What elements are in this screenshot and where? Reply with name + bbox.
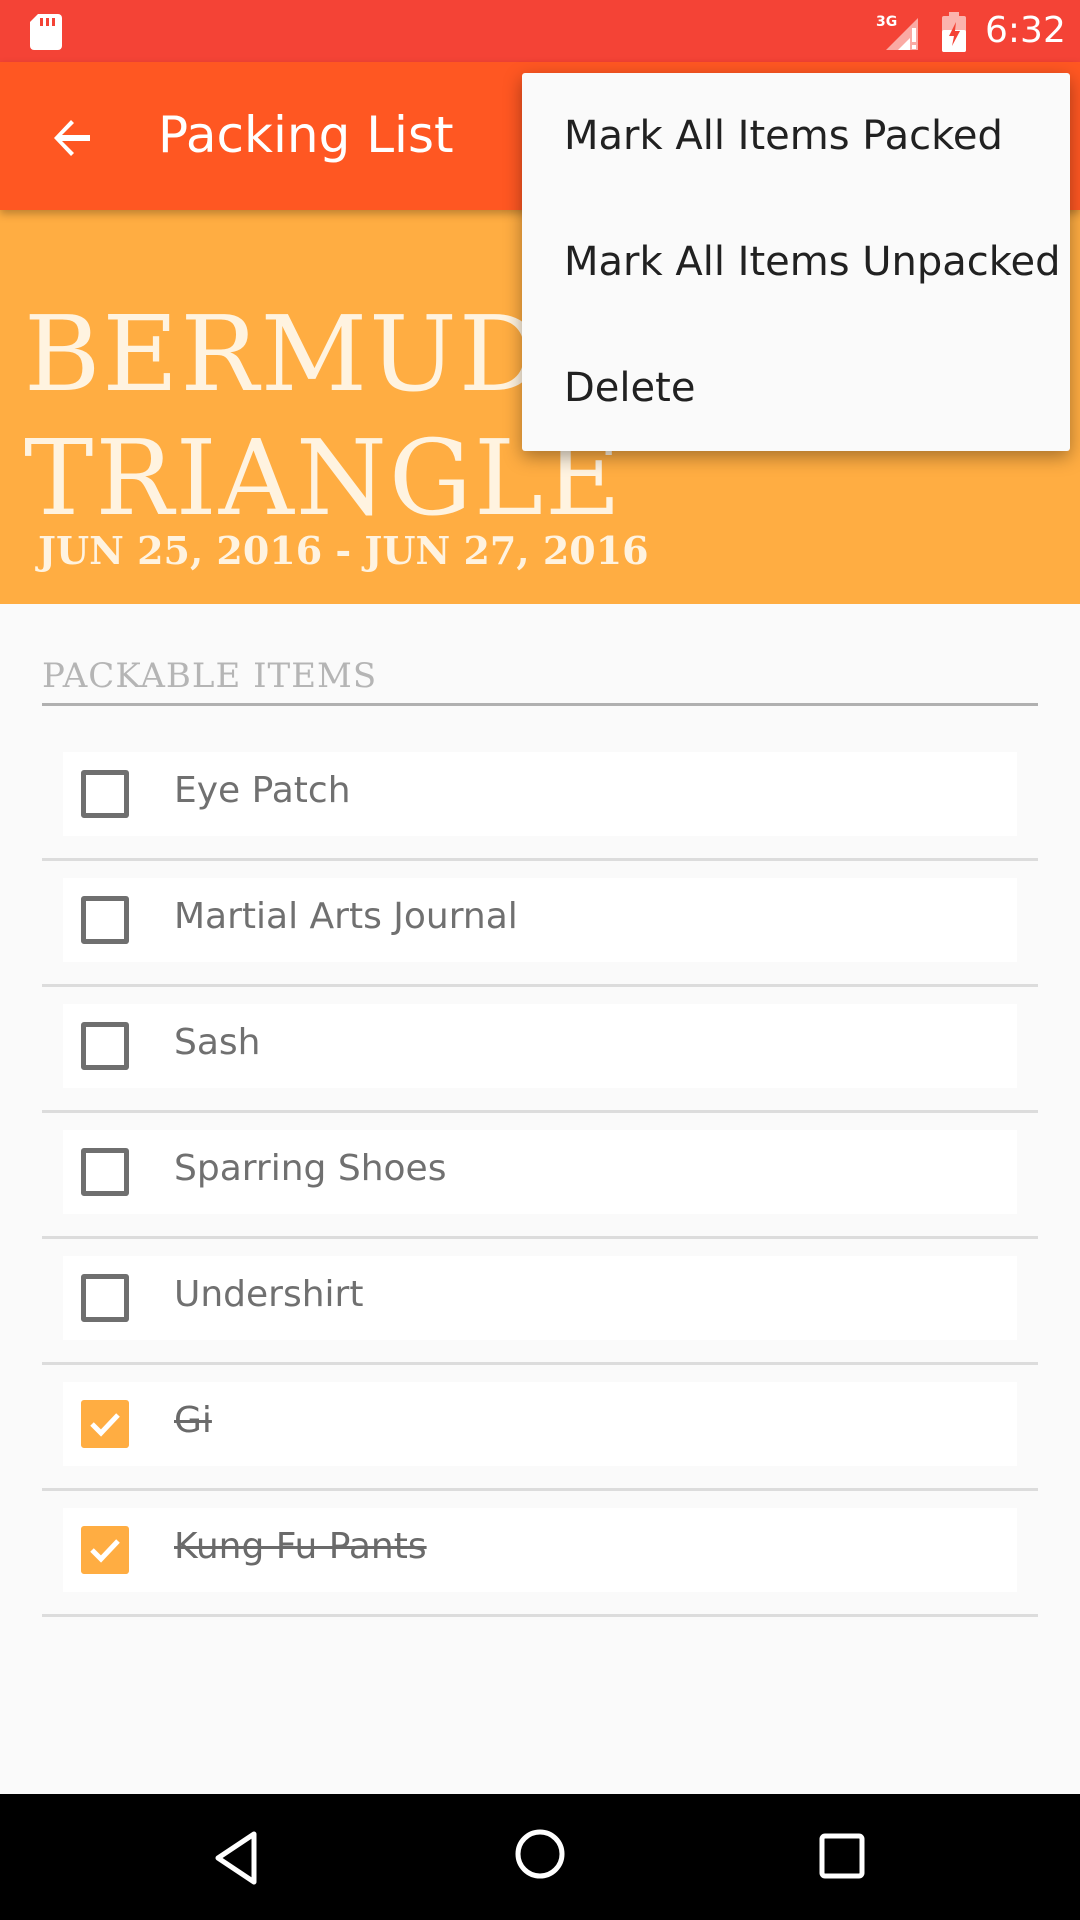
row-divider xyxy=(42,1488,1038,1491)
sd-card-icon xyxy=(30,14,62,50)
nav-recents-icon[interactable] xyxy=(818,1832,866,1880)
item-card[interactable]: Sparring Shoes xyxy=(63,1130,1017,1214)
item-card[interactable]: Gi xyxy=(63,1382,1017,1466)
item-label: Sash xyxy=(174,1022,261,1063)
nav-home-icon[interactable] xyxy=(512,1826,568,1882)
row-divider xyxy=(42,1110,1038,1113)
checkbox[interactable] xyxy=(81,770,129,818)
item-label: Eye Patch xyxy=(174,770,351,811)
menu-item-delete[interactable]: Delete xyxy=(522,325,1070,451)
cell-signal-icon: 3G xyxy=(876,14,918,50)
list-item: Sparring Shoes xyxy=(0,1130,1080,1256)
checkbox-checked[interactable] xyxy=(81,1400,129,1448)
checkmark-icon xyxy=(90,1413,120,1437)
item-card[interactable]: Kung Fu Pants xyxy=(63,1508,1017,1592)
clock: 6:32 xyxy=(985,10,1066,51)
trip-dates: JUN 25, 2016 - JUN 27, 2016 xyxy=(38,528,649,573)
system-nav-bar xyxy=(0,1794,1080,1920)
row-divider xyxy=(42,1362,1038,1365)
checkbox[interactable] xyxy=(81,1022,129,1070)
checkbox-checked[interactable] xyxy=(81,1526,129,1574)
row-divider xyxy=(42,858,1038,861)
list-item: Sash xyxy=(0,1004,1080,1130)
item-card[interactable]: Eye Patch xyxy=(63,752,1017,836)
list-item: Kung Fu Pants xyxy=(0,1508,1080,1634)
overflow-menu: Mark All Items Packed Mark All Items Unp… xyxy=(522,73,1070,451)
row-divider xyxy=(42,1614,1038,1617)
row-divider xyxy=(42,984,1038,987)
menu-item-mark-all-unpacked[interactable]: Mark All Items Unpacked xyxy=(522,199,1070,325)
checkmark-icon xyxy=(90,1539,120,1563)
item-card[interactable]: Undershirt xyxy=(63,1256,1017,1340)
checkbox[interactable] xyxy=(81,896,129,944)
nav-back-icon[interactable] xyxy=(212,1830,260,1886)
item-card[interactable]: Sash xyxy=(63,1004,1017,1088)
section-divider xyxy=(42,703,1038,706)
item-label: Kung Fu Pants xyxy=(174,1526,427,1567)
item-label: Gi xyxy=(174,1400,212,1441)
item-label: Undershirt xyxy=(174,1274,364,1315)
status-bar: 3G 6:32 xyxy=(0,0,1080,62)
page-title: Packing List xyxy=(158,106,454,164)
row-divider xyxy=(42,1236,1038,1239)
menu-item-label: Mark All Items Packed xyxy=(564,113,1003,159)
arrow-back-icon[interactable] xyxy=(44,110,100,166)
item-label: Martial Arts Journal xyxy=(174,896,518,937)
packing-item-list: Eye Patch Martial Arts Journal Sash Spar… xyxy=(0,752,1080,1634)
menu-item-label: Delete xyxy=(564,365,696,411)
item-label: Sparring Shoes xyxy=(174,1148,447,1189)
list-item: Gi xyxy=(0,1382,1080,1508)
list-item: Martial Arts Journal xyxy=(0,878,1080,1004)
network-type: 3G xyxy=(876,14,897,30)
menu-item-mark-all-packed[interactable]: Mark All Items Packed xyxy=(522,73,1070,199)
list-item: Undershirt xyxy=(0,1256,1080,1382)
checkbox[interactable] xyxy=(81,1274,129,1322)
menu-item-label: Mark All Items Unpacked xyxy=(564,239,1061,285)
checkbox[interactable] xyxy=(81,1148,129,1196)
list-item: Eye Patch xyxy=(0,752,1080,878)
battery-alert-icon xyxy=(942,12,966,52)
section-label: PACKABLE ITEMS xyxy=(42,656,378,696)
item-card[interactable]: Martial Arts Journal xyxy=(63,878,1017,962)
